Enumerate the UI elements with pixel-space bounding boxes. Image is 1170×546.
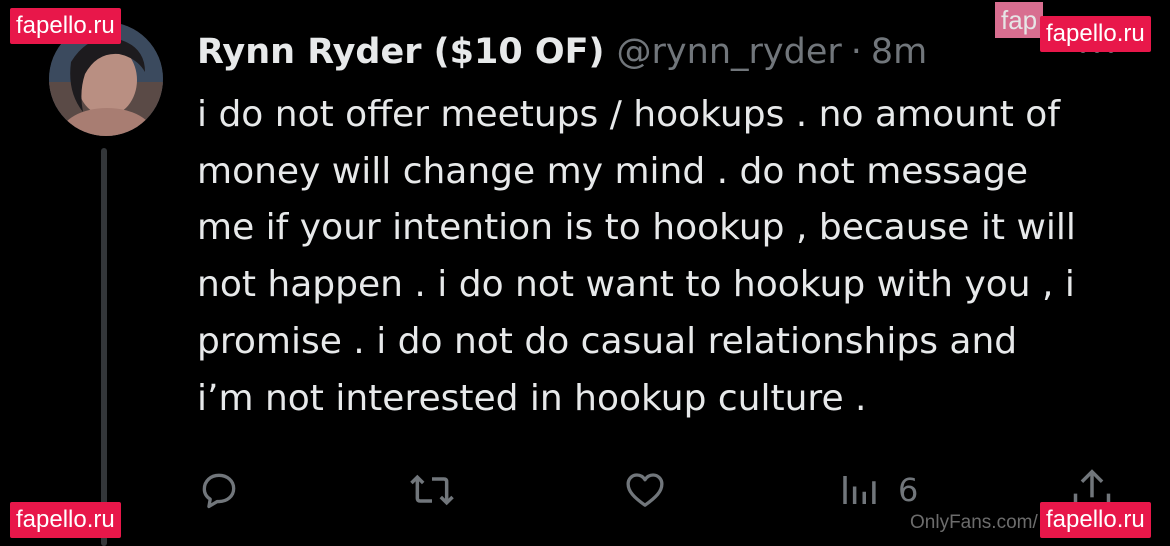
tweet-timestamp[interactable]: 8m: [871, 32, 927, 72]
watermark-bottom-right: fapello.ru: [1040, 502, 1151, 538]
watermark-bottom-left: fapello.ru: [10, 502, 121, 538]
reply-icon: [202, 473, 236, 509]
tweet-header: Rynn Ryder ($10 OF) @rynn_ryder · 8m: [197, 24, 927, 80]
watermark-ghost: fap: [995, 2, 1044, 38]
views-button[interactable]: 6: [838, 462, 918, 518]
heart-icon: [626, 473, 664, 507]
user-handle[interactable]: @rynn_ryder: [617, 32, 842, 72]
display-name[interactable]: Rynn Ryder ($10 OF): [197, 32, 605, 72]
tweet-text: i do not offer meetups / hookups . no am…: [197, 94, 1076, 419]
like-button[interactable]: [622, 462, 668, 518]
watermark-top-left: fapello.ru: [10, 8, 121, 44]
watermark-top-right: fapello.ru: [1040, 16, 1151, 52]
separator-dot: ·: [850, 32, 862, 72]
reply-button[interactable]: [197, 462, 241, 518]
views-count: 6: [898, 471, 919, 509]
thread-line: [101, 148, 107, 546]
retweet-icon: [410, 474, 454, 506]
retweet-button[interactable]: [408, 462, 456, 518]
views-icon: [843, 476, 876, 504]
onlyfans-watermark: OnlyFans.com/: [910, 512, 1038, 533]
